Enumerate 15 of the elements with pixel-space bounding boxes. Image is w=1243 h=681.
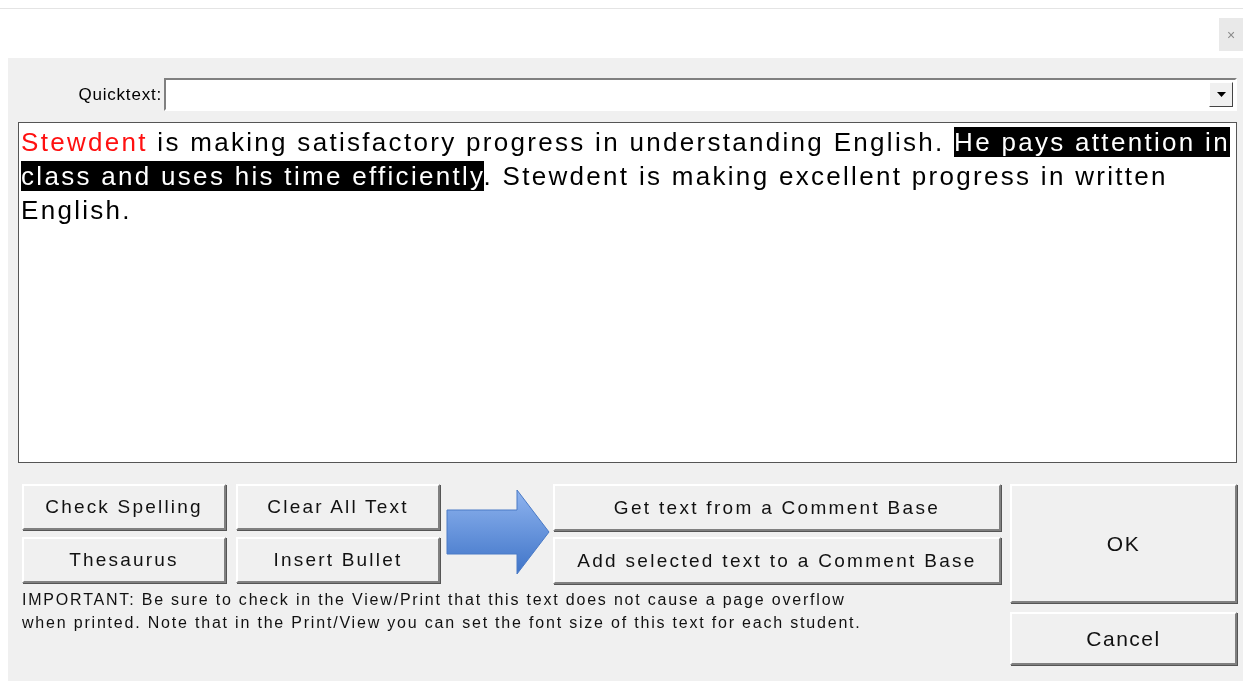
tool-button[interactable]: Thesaurus: [22, 537, 226, 583]
tool-button[interactable]: Check Spelling: [22, 484, 226, 530]
quicktext-dropdown[interactable]: [164, 78, 1237, 111]
comment-base-button[interactable]: Add selected text to a Comment Base: [553, 537, 1001, 584]
ok-button[interactable]: OK: [1010, 484, 1237, 603]
comment-base-button[interactable]: Get text from a Comment Base: [553, 484, 1001, 531]
caret-icon: [1216, 92, 1226, 97]
quicktext-label: Quicktext:: [77, 84, 162, 105]
tool-button[interactable]: Clear All Text: [236, 484, 440, 530]
dropdown-button[interactable]: [1209, 82, 1233, 107]
cancel-button[interactable]: Cancel: [1010, 612, 1237, 665]
tool-button[interactable]: Insert Bullet: [236, 537, 440, 583]
important-note: IMPORTANT: Be sure to check in the View/Print that this text does not cause a page overflow when printed. Note that in the Print/View you can set the font size of this text for each student.: [22, 590, 863, 633]
comment-text-area[interactable]: Stewdent is making satisfactory progress in understanding English. He pays attention in class and uses his time efficiently. Stewdent is making excellent progress in written English.: [18, 122, 1237, 463]
arrow-icon: [446, 489, 550, 575]
